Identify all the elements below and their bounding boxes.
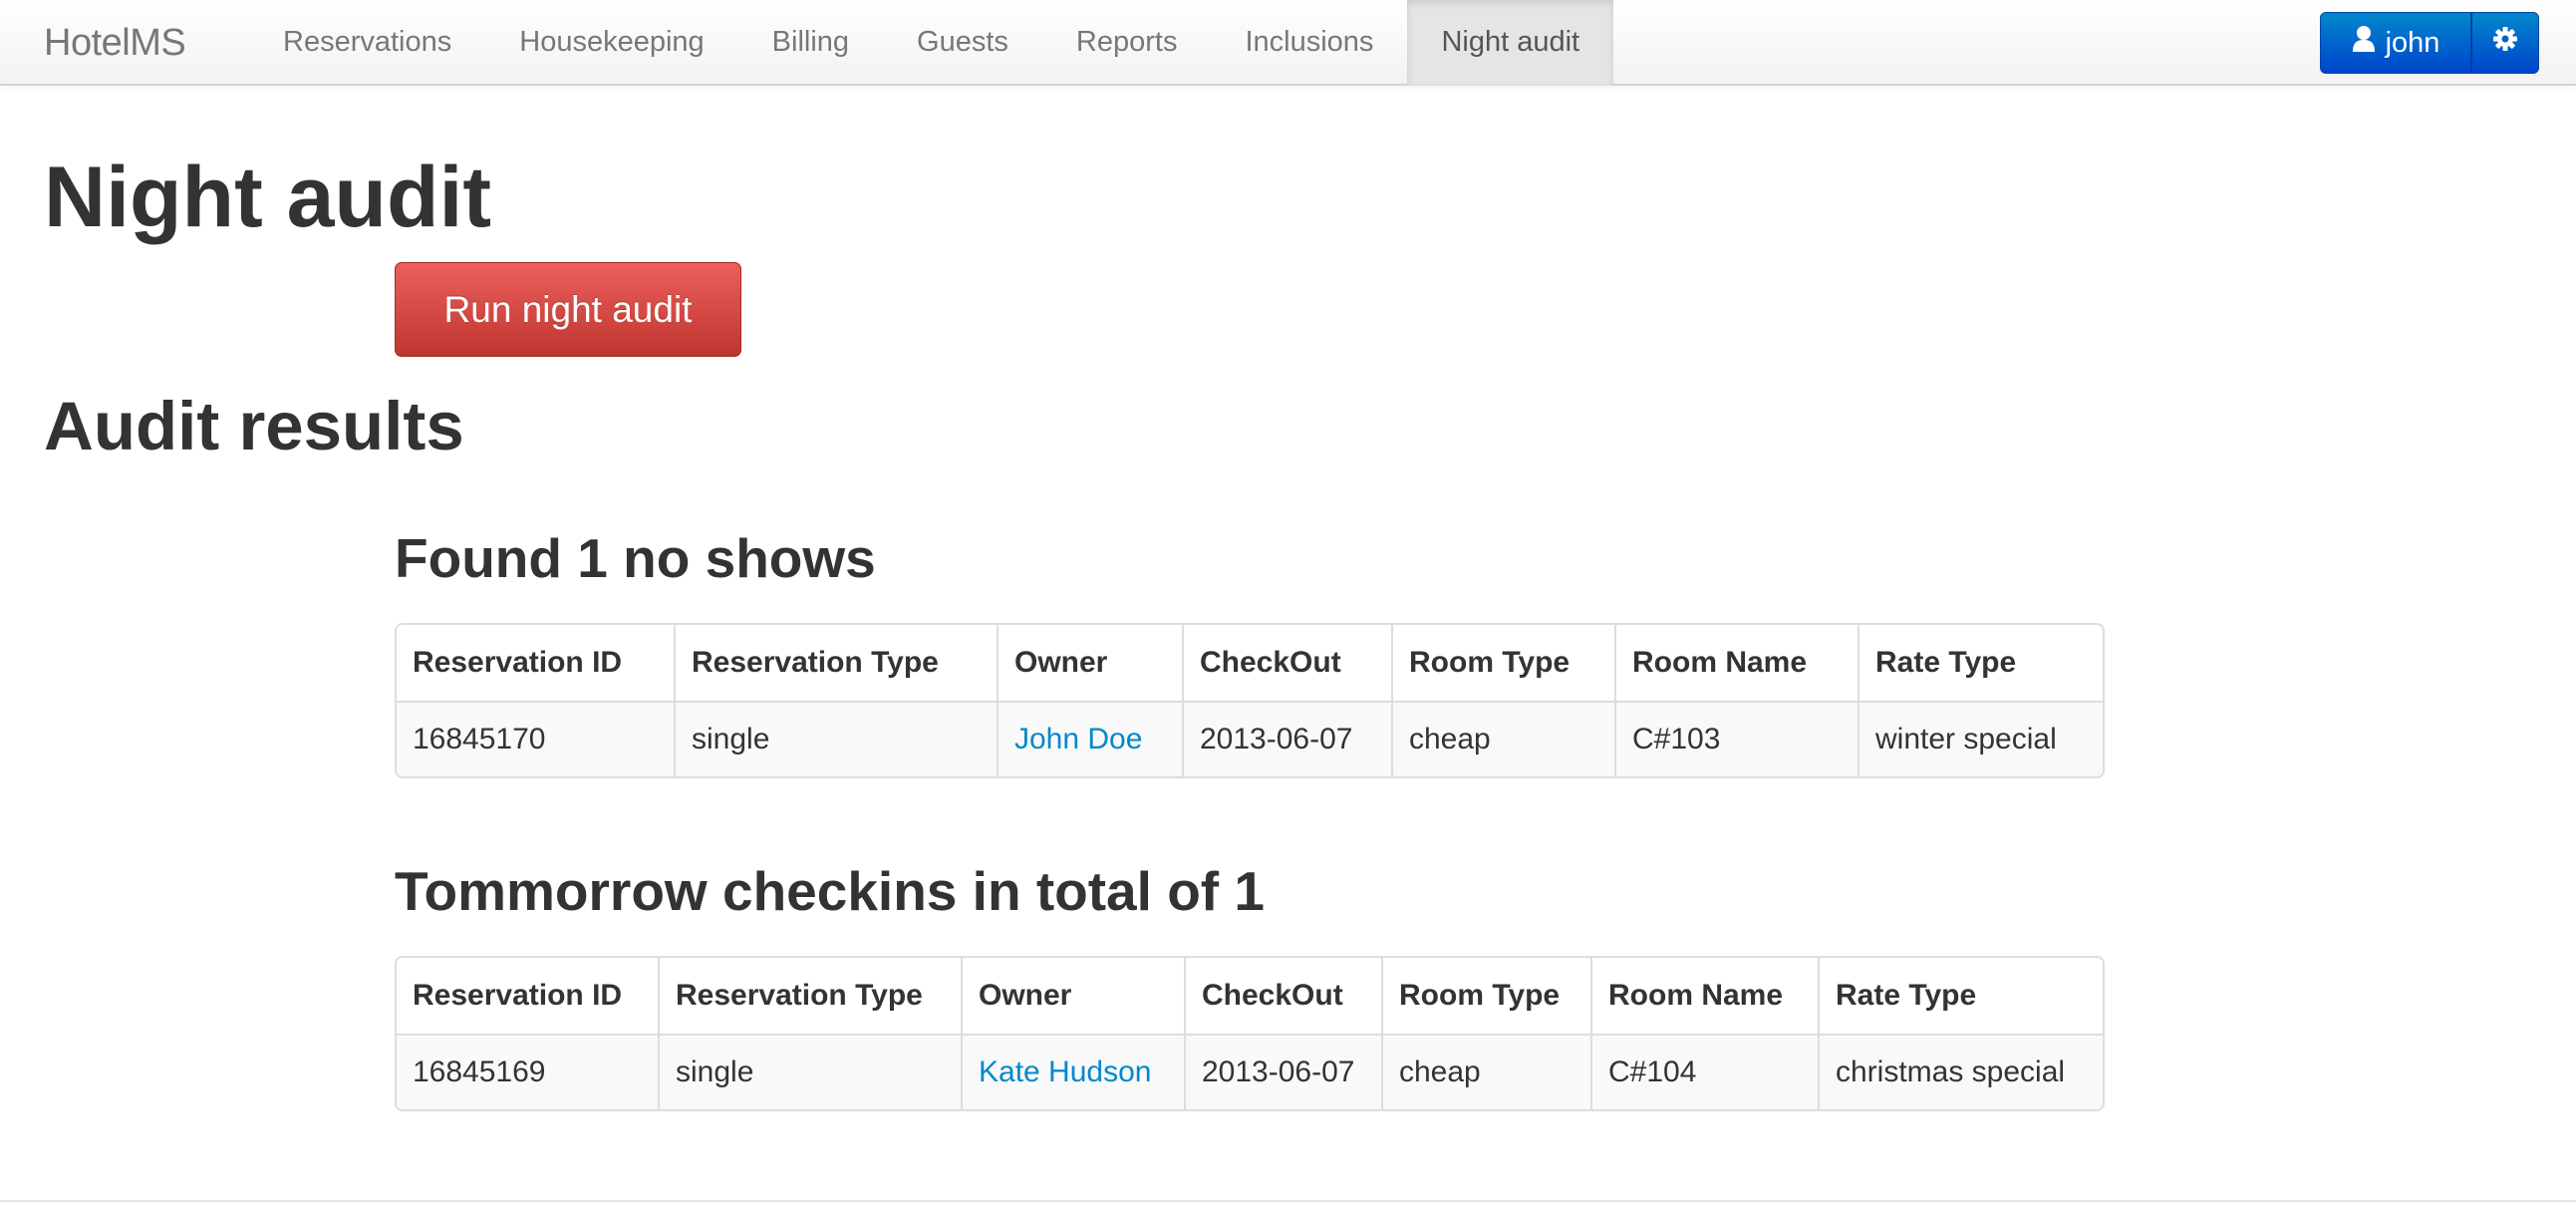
nav-item-reservations[interactable]: Reservations	[249, 0, 485, 86]
column-header: Owner	[961, 958, 1184, 1034]
checkout-cell: 2013-06-07	[1182, 701, 1391, 776]
column-header: Owner	[997, 625, 1182, 701]
owner-cell: John Doe	[997, 701, 1182, 776]
user-name: john	[2385, 26, 2440, 59]
column-header: Rate Type	[1858, 625, 2103, 701]
rate-type-cell: christmas special	[1818, 1034, 2103, 1109]
room-type-cell: cheap	[1391, 701, 1614, 776]
room-type-cell: cheap	[1381, 1034, 1590, 1109]
column-header: CheckOut	[1182, 625, 1391, 701]
user-menu: john	[2320, 12, 2539, 74]
column-header: Room Type	[1391, 625, 1614, 701]
navbar: HotelMS Reservations Housekeeping Billin…	[0, 0, 2576, 86]
reservation-id-cell: 16845170	[397, 701, 674, 776]
room-name-cell: C#103	[1614, 701, 1858, 776]
column-header: Reservation ID	[397, 958, 658, 1034]
room-name-cell: C#104	[1590, 1034, 1818, 1109]
reservation-id-cell: 16845169	[397, 1034, 658, 1109]
audit-results-title: Audit results	[44, 388, 464, 464]
reservation-type-cell: single	[658, 1034, 961, 1109]
user-button[interactable]: john	[2320, 12, 2471, 74]
nav-item-housekeeping[interactable]: Housekeeping	[485, 0, 737, 86]
column-header: Reservation ID	[397, 625, 674, 701]
no-shows-title: Found 1 no shows	[395, 527, 876, 589]
owner-link[interactable]: John Doe	[1014, 723, 1142, 755]
gear-icon	[2492, 26, 2518, 60]
column-header: Room Type	[1381, 958, 1590, 1034]
column-header: Reservation Type	[674, 625, 997, 701]
table-row: 16845169 single Kate Hudson 2013-06-07 c…	[397, 1034, 2103, 1109]
settings-button[interactable]	[2471, 12, 2539, 74]
column-header: Rate Type	[1818, 958, 2103, 1034]
nav-item-guests[interactable]: Guests	[883, 0, 1042, 86]
page-title: Night audit	[44, 150, 492, 245]
checkout-cell: 2013-06-07	[1184, 1034, 1381, 1109]
checkins-title: Tommorrow checkins in total of 1	[395, 860, 1265, 922]
no-shows-table: Reservation ID Reservation Type Owner Ch…	[395, 623, 2105, 778]
nav-item-inclusions[interactable]: Inclusions	[1211, 0, 1407, 86]
nav-item-reports[interactable]: Reports	[1042, 0, 1212, 86]
user-icon	[2352, 25, 2376, 61]
footer-divider	[0, 1200, 2576, 1202]
owner-link[interactable]: Kate Hudson	[979, 1055, 1151, 1088]
table-row: 16845170 single John Doe 2013-06-07 chea…	[397, 701, 2103, 776]
brand-logo[interactable]: HotelMS	[44, 0, 186, 86]
rate-type-cell: winter special	[1858, 701, 2103, 776]
column-header: CheckOut	[1184, 958, 1381, 1034]
table-header-row: Reservation ID Reservation Type Owner Ch…	[397, 625, 2103, 701]
main-nav: Reservations Housekeeping Billing Guests…	[249, 0, 1614, 86]
reservation-type-cell: single	[674, 701, 997, 776]
owner-cell: Kate Hudson	[961, 1034, 1184, 1109]
column-header: Room Name	[1590, 958, 1818, 1034]
nav-item-billing[interactable]: Billing	[738, 0, 883, 86]
column-header: Reservation Type	[658, 958, 961, 1034]
checkins-table: Reservation ID Reservation Type Owner Ch…	[395, 956, 2105, 1111]
column-header: Room Name	[1614, 625, 1858, 701]
run-night-audit-button[interactable]: Run night audit	[395, 262, 741, 357]
nav-item-night-audit[interactable]: Night audit	[1407, 0, 1614, 86]
table-header-row: Reservation ID Reservation Type Owner Ch…	[397, 958, 2103, 1034]
